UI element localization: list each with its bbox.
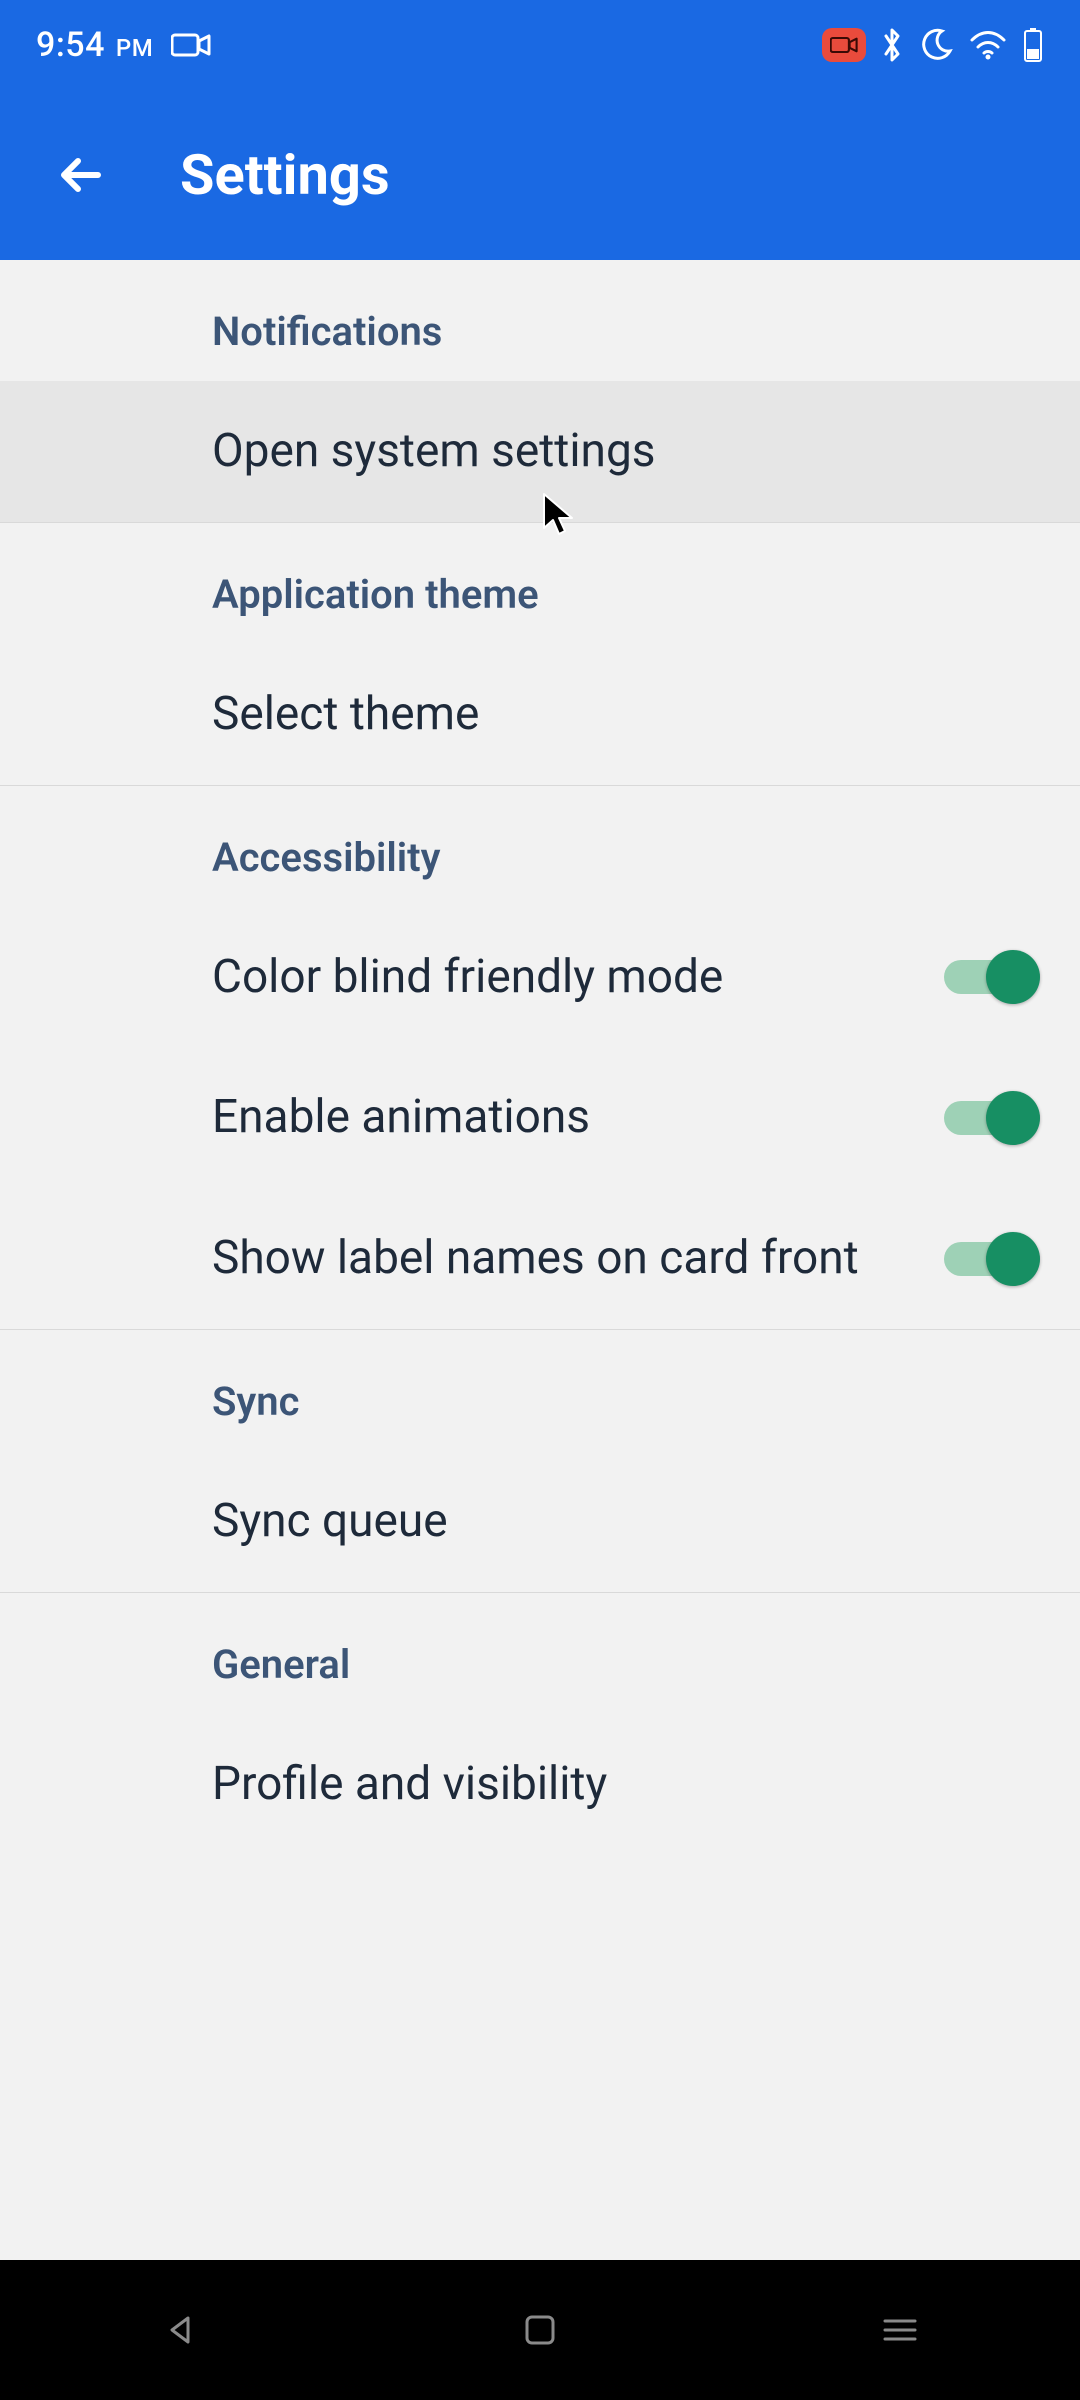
moon-icon (918, 27, 954, 63)
toggle-show-label-names[interactable] (944, 1232, 1040, 1286)
nav-recents-button[interactable] (840, 2300, 960, 2360)
status-left: 9:54 PM (36, 25, 211, 65)
nav-home-button[interactable] (480, 2300, 600, 2360)
toggle-knob (986, 950, 1040, 1004)
nav-back-button[interactable] (120, 2300, 240, 2360)
hamburger-recents-icon (881, 2315, 919, 2345)
status-time: 9:54 PM (36, 25, 153, 65)
arrow-left-icon (52, 147, 108, 203)
toggle-color-blind-mode[interactable] (944, 950, 1040, 1004)
triangle-back-icon (162, 2312, 198, 2348)
app-bar: Settings (0, 90, 1080, 260)
item-label: Enable animations (212, 1088, 590, 1148)
item-profile-visibility[interactable]: Profile and visibility (0, 1714, 1080, 1855)
section-header-application-theme: Application theme (0, 523, 1080, 644)
section-header-notifications: Notifications (0, 260, 1080, 381)
screen: 9:54 PM (0, 0, 1080, 2400)
status-time-hours: 9:54 (36, 25, 105, 65)
item-select-theme[interactable]: Select theme (0, 644, 1080, 786)
item-label: Show label names on card front (212, 1229, 859, 1289)
wifi-icon (968, 30, 1008, 60)
screen-record-badge (822, 28, 866, 62)
item-label: Color blind friendly mode (212, 948, 723, 1008)
toggle-knob (986, 1232, 1040, 1286)
status-right (822, 27, 1044, 63)
status-bar: 9:54 PM (0, 0, 1080, 90)
page-title: Settings (180, 142, 390, 208)
section-header-sync: Sync (0, 1330, 1080, 1451)
camera-icon (171, 31, 211, 59)
status-time-ampm: PM (116, 34, 153, 62)
battery-icon (1022, 27, 1044, 63)
toggle-enable-animations[interactable] (944, 1091, 1040, 1145)
item-label: Select theme (212, 685, 479, 745)
item-color-blind-mode[interactable]: Color blind friendly mode (0, 907, 1080, 1048)
toggle-knob (986, 1091, 1040, 1145)
item-show-label-names[interactable]: Show label names on card front (0, 1188, 1080, 1330)
item-sync-queue[interactable]: Sync queue (0, 1451, 1080, 1593)
back-button[interactable] (40, 135, 120, 215)
section-header-accessibility: Accessibility (0, 786, 1080, 907)
square-home-icon (523, 2313, 557, 2347)
item-label: Open system settings (212, 422, 656, 482)
item-enable-animations[interactable]: Enable animations (0, 1047, 1080, 1188)
settings-content[interactable]: Notifications Open system settings Appli… (0, 260, 1080, 2260)
bluetooth-icon (880, 27, 904, 63)
item-open-system-settings[interactable]: Open system settings (0, 381, 1080, 523)
section-header-general: General (0, 1593, 1080, 1714)
item-label: Sync queue (212, 1492, 448, 1552)
system-nav-bar (0, 2260, 1080, 2400)
item-label: Profile and visibility (212, 1755, 607, 1815)
